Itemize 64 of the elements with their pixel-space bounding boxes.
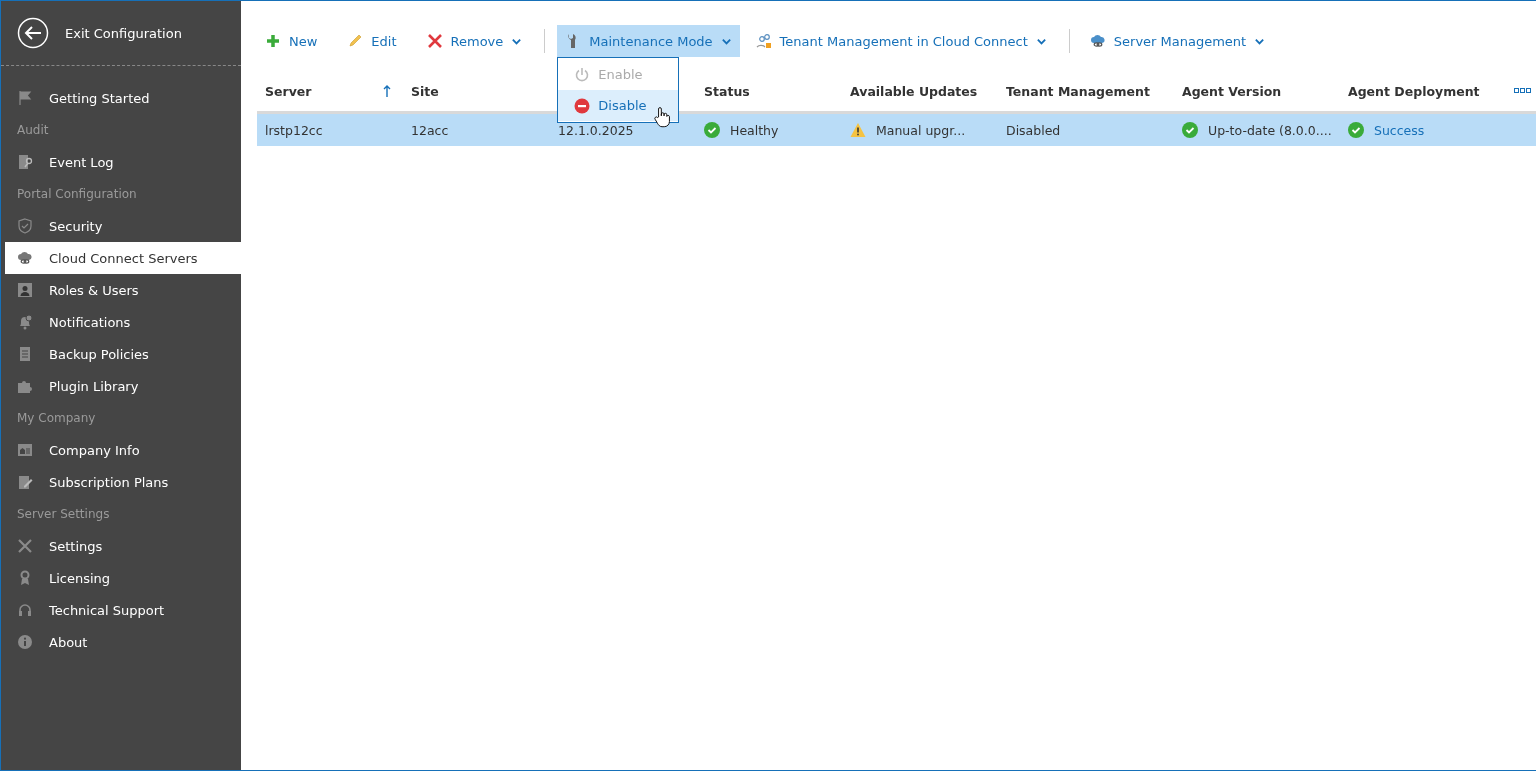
warning-icon [850, 122, 866, 138]
table-row[interactable]: lrstp12cc 12acc 12.1.0.2025 Healthy Manual upgr... Disabled Up-to-date (8.0.0.... Success [257, 114, 1536, 146]
sidebar-item[interactable]: Getting Started [1, 82, 241, 114]
table-cell: Up-to-date (8.0.0.... [1208, 122, 1332, 138]
sidebar-item[interactable]: Company Info [1, 434, 241, 466]
building-card-icon [17, 442, 33, 458]
document-icon [17, 346, 33, 362]
toolbar-button[interactable]: New [257, 25, 326, 57]
section-label: My Company [16, 410, 97, 427]
section-label: Server Settings [16, 506, 111, 523]
table-cell: Disabled [1006, 122, 1061, 138]
cloud-link-icon [17, 250, 33, 266]
table-cell: Manual upgr... [876, 122, 966, 138]
toolbar-button[interactable]: Server Management [1081, 25, 1274, 57]
pencil-page-icon [17, 474, 33, 490]
plus-icon [265, 33, 281, 49]
cloud-link-icon [1089, 33, 1106, 49]
sidebar-item[interactable]: Licensing [1, 562, 241, 594]
toolbar-button[interactable]: Edit [339, 25, 405, 57]
section-label: Audit [16, 122, 50, 139]
sidebar-item[interactable]: Backup Policies [1, 338, 241, 370]
toolbar-button[interactable]: Tenant Management in Cloud Connect [747, 25, 1055, 57]
table-cell: lrstp12cc [265, 122, 323, 138]
sidebar-item[interactable]: Technical Support [1, 594, 241, 626]
sidebar-item[interactable]: Plugin Library [1, 370, 241, 402]
power-icon [574, 66, 591, 83]
puzzle-icon [17, 378, 33, 394]
sort-up-icon [383, 84, 391, 98]
pencil-icon [347, 33, 364, 49]
column-header[interactable]: Available Updates [842, 83, 998, 99]
column-header[interactable]: Status [696, 83, 842, 99]
minus-circle-icon [574, 97, 591, 114]
column-options-icon[interactable] [1514, 88, 1532, 94]
sidebar-item[interactable]: Subscription Plans [1, 466, 241, 498]
info-icon [17, 634, 33, 650]
check-circle-icon [1182, 122, 1198, 138]
bell-icon [17, 314, 33, 330]
sidebar-item[interactable]: Settings [1, 530, 241, 562]
sidebar-item[interactable]: Roles & Users [1, 274, 241, 306]
toolbar-button[interactable]: Maintenance Mode [557, 25, 740, 57]
column-header[interactable]: Server [257, 83, 403, 99]
table-cell: 12acc [411, 122, 449, 138]
cross-icon [426, 33, 443, 49]
sidebar-item[interactable]: Security [1, 210, 241, 242]
table-cell: 12.1.0.2025 [558, 122, 634, 138]
column-header[interactable]: Site [403, 83, 550, 99]
column-header[interactable]: Tenant Management [998, 83, 1174, 99]
sidebar-item[interactable]: Event Log [1, 146, 241, 178]
shield-icon [17, 218, 33, 234]
sidebar-item[interactable]: About [1, 626, 241, 658]
user-card-icon [17, 282, 33, 298]
status-link[interactable]: Success [1374, 122, 1425, 138]
section-label: Portal Configuration [16, 186, 138, 203]
toolbar-button[interactable]: Remove [418, 25, 531, 57]
sidebar-item[interactable]: Notifications [1, 306, 241, 338]
flag-icon [17, 90, 33, 106]
check-circle-icon [1348, 122, 1364, 138]
column-header[interactable]: Agent Deployment [1340, 83, 1506, 99]
exit-label: Exit Configuration [65, 25, 182, 41]
table-cell: Healthy [730, 122, 779, 138]
column-header[interactable]: Agent Version [1174, 83, 1340, 99]
sidebar-item[interactable]: Cloud Connect Servers [5, 242, 241, 274]
check-circle-icon [704, 122, 720, 138]
headset-icon [17, 602, 33, 618]
